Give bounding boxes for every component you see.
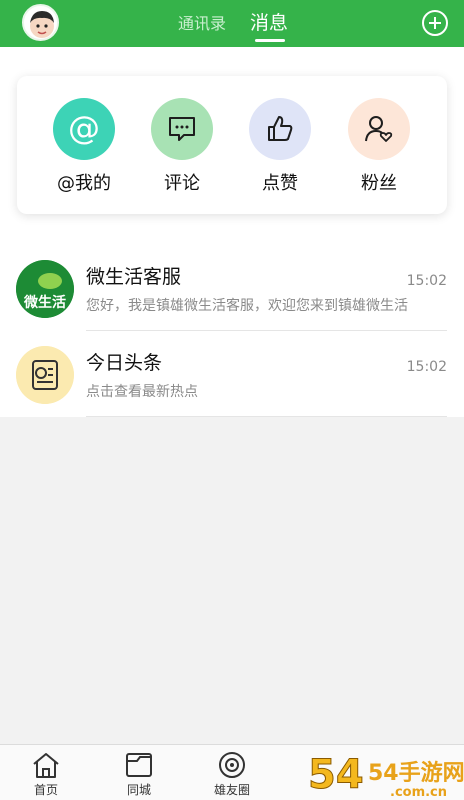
at-icon: @: [53, 98, 115, 160]
folder-icon: [124, 751, 154, 779]
list-item[interactable]: 微生活 微生活客服 您好，我是镇雄微生活客服，欢迎您来到镇雄微生活 15:02: [0, 245, 464, 331]
service-logo-text: 微生活: [23, 294, 66, 311]
shortcut-likes[interactable]: 点赞: [240, 98, 320, 195]
circle-icon: [217, 751, 247, 779]
message-time: 15:02: [406, 273, 447, 289]
news-icon: [16, 346, 74, 404]
message-title: 今日头条: [86, 352, 163, 374]
shortcut-fans[interactable]: 粉丝: [339, 98, 419, 195]
top-bar: 通讯录 消息: [0, 0, 464, 47]
service-logo-icon: 微生活: [16, 260, 74, 318]
nav-home[interactable]: 首页: [16, 751, 76, 798]
comment-icon: [151, 98, 213, 160]
nav-label: 同城: [126, 783, 151, 797]
list-item[interactable]: 今日头条 点击查看最新热点 15:02: [0, 331, 464, 417]
shortcut-label: 点赞: [262, 173, 298, 194]
tab-messages[interactable]: 消息: [250, 8, 288, 35]
tab-contacts[interactable]: 通讯录: [178, 10, 226, 34]
watermark-sub: .com.cn: [390, 785, 447, 800]
message-preview: 您好，我是镇雄微生活客服，欢迎您来到镇雄微生活: [86, 298, 408, 314]
shortcut-card: @ @我的 评论 点赞 粉丝: [17, 76, 447, 214]
message-preview: 点击查看最新热点: [86, 384, 198, 400]
shortcut-at-me[interactable]: @ @我的: [44, 98, 124, 195]
add-icon[interactable]: [422, 10, 448, 36]
svg-text:@: @: [68, 109, 100, 147]
shortcut-label: 评论: [164, 173, 200, 194]
watermark-logo: 54 54手游网 .com.cn: [306, 744, 464, 800]
nav-label: 首页: [33, 783, 58, 797]
fans-icon: [348, 98, 410, 160]
shortcut-label: @我的: [57, 173, 111, 194]
shortcut-comments[interactable]: 评论: [142, 98, 222, 195]
nav-local[interactable]: 同城: [109, 751, 169, 798]
thumbs-up-icon: [249, 98, 311, 160]
nav-label: 雄友圈: [213, 783, 250, 797]
active-tab-indicator: [255, 39, 285, 42]
message-title: 微生活客服: [86, 266, 182, 288]
home-icon: [31, 751, 61, 779]
message-time: 15:02: [406, 359, 447, 375]
watermark-text: 54手游网: [368, 760, 464, 786]
divider: [86, 416, 447, 417]
shortcut-label: 粉丝: [361, 173, 397, 194]
nav-circle[interactable]: 雄友圈: [202, 751, 262, 798]
svg-text:54: 54: [308, 752, 364, 798]
user-avatar[interactable]: [22, 4, 59, 41]
